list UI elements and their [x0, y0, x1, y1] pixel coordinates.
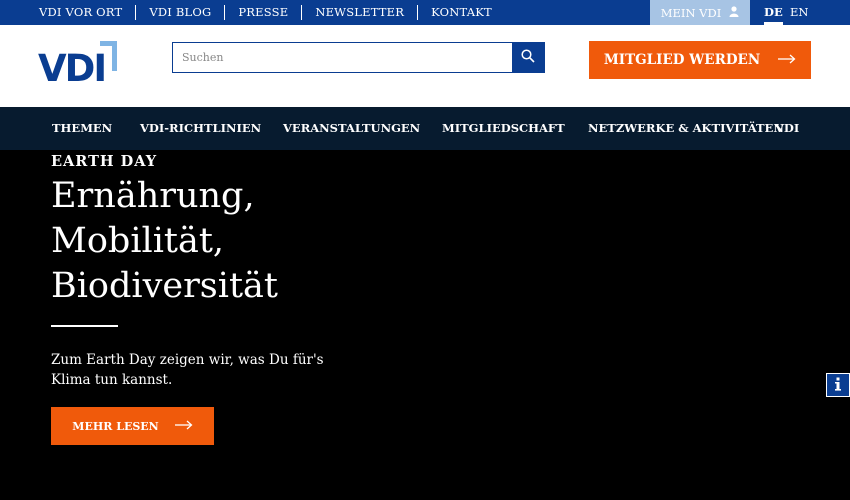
info-button[interactable]: [826, 373, 850, 397]
hero-banner: EARTH DAY Ernährung, Mobilität, Biodiver…: [0, 150, 850, 500]
hero-headline-line: Biodiversität: [51, 266, 278, 306]
search-icon: [521, 48, 535, 67]
search-button[interactable]: [512, 43, 544, 72]
link-vdi-blog[interactable]: VDI BLOG: [135, 5, 224, 20]
hero-headline-line: Mobilität,: [51, 221, 225, 261]
search-bar: [172, 42, 545, 73]
utility-links: VDI VOR ORT VDI BLOG PRESSE NEWSLETTER K…: [26, 0, 505, 25]
link-vdi-vor-ort[interactable]: VDI VOR ORT: [26, 5, 135, 20]
info-icon: [834, 376, 842, 395]
link-presse[interactable]: PRESSE: [224, 5, 301, 20]
hero-teaser: Zum Earth Day zeigen wir, was Du für's K…: [51, 352, 324, 388]
nav-item-vdi[interactable]: VDI: [775, 107, 799, 150]
nav-item-mitgliedschaft[interactable]: MITGLIEDSCHAFT: [442, 107, 565, 150]
search-input[interactable]: [173, 43, 512, 72]
mein-vdi-label: MEIN VDI: [660, 5, 722, 20]
nav-item-themen[interactable]: THEMEN: [52, 107, 112, 150]
read-more-button[interactable]: MEHR LESEN: [51, 407, 214, 445]
arrow-right-icon: [174, 420, 193, 433]
main-navigation: THEMEN VDI-RICHTLINIEN VERANSTALTUNGEN M…: [0, 107, 850, 150]
read-more-label: MEHR LESEN: [72, 419, 159, 433]
site-header: VDI MITGLIED WERDEN: [0, 25, 850, 107]
nav-item-vdi-richtlinien[interactable]: VDI-RICHTLINIEN: [140, 107, 261, 150]
hero-headline: Ernährung, Mobilität, Biodiversität: [51, 174, 278, 309]
mein-vdi-button[interactable]: MEIN VDI: [650, 0, 750, 25]
hero-eyebrow: EARTH DAY: [51, 153, 158, 170]
become-member-button[interactable]: MITGLIED WERDEN: [589, 41, 811, 79]
arrow-right-icon: [778, 52, 796, 68]
nav-item-netzwerke-aktivitaeten[interactable]: NETZWERKE & AKTIVITÄTEN: [588, 107, 784, 150]
user-icon: [729, 5, 739, 20]
language-de[interactable]: DE: [764, 0, 783, 25]
hero-headline-line: Ernährung,: [51, 176, 255, 216]
hero-divider: [51, 325, 118, 327]
become-member-label: MITGLIED WERDEN: [603, 52, 761, 68]
language-en[interactable]: EN: [790, 0, 808, 25]
nav-item-veranstaltungen[interactable]: VERANSTALTUNGEN: [283, 107, 420, 150]
link-kontakt[interactable]: KONTAKT: [417, 5, 505, 20]
logo-text: VDI: [38, 47, 107, 90]
vdi-logo[interactable]: VDI: [38, 41, 120, 93]
top-utility-bar: VDI VOR ORT VDI BLOG PRESSE NEWSLETTER K…: [0, 0, 850, 25]
link-newsletter[interactable]: NEWSLETTER: [301, 5, 417, 20]
